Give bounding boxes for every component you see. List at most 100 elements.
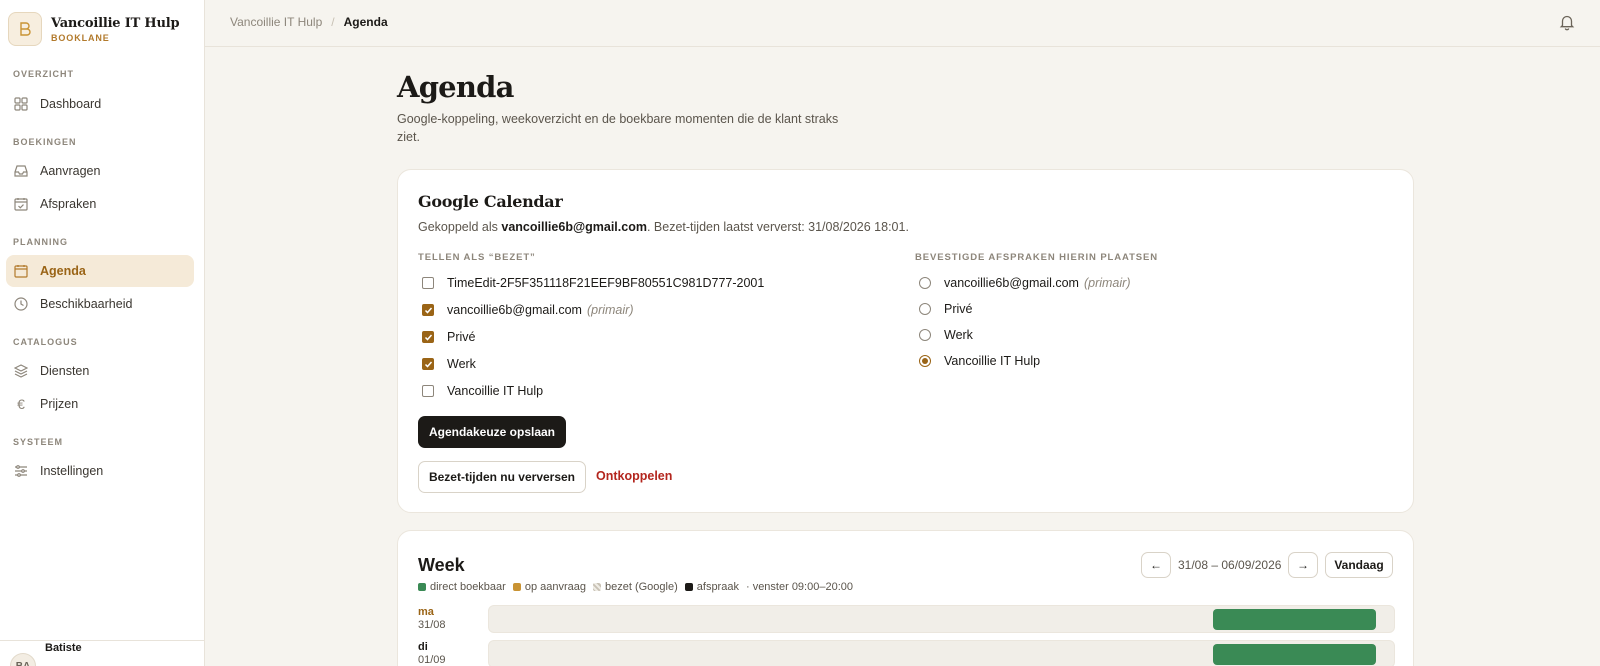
calendar-label: Werk [447,357,476,371]
breadcrumb-parent[interactable]: Vancoillie IT Hulp [230,15,322,29]
grid-icon [13,96,29,112]
busy-calendar-option[interactable]: Privé [422,330,475,344]
sidebar-item-dashboard[interactable]: Dashboard [6,88,194,120]
sidebar-item-beschikbaarheid[interactable]: Beschikbaarheid [6,288,194,320]
slot-direct[interactable] [1213,644,1376,665]
linked-suffix: . Bezet-tijden laatst ververst: 31/08/20… [646,220,909,234]
brand-name: Vancoillie IT Hulp [51,15,180,31]
nav-section-planning: PLANNING [13,237,68,247]
legend-item: afspraak [684,581,739,593]
checkbox[interactable] [422,385,434,397]
calendar-label: Vancoillie IT Hulp [447,384,544,398]
primary-note: (primair) [1083,276,1131,290]
legend-swatch [593,583,601,591]
today-button[interactable]: Vandaag [1325,552,1393,578]
next-week-button[interactable]: → [1288,552,1318,578]
legend-swatch [684,583,693,591]
busy-calendar-option[interactable]: Werk [422,357,476,371]
sidebar-item-label: Diensten [40,364,90,378]
week-range: 31/08 – 06/09/2026 [1178,558,1282,572]
sidebar-item-label: Instellingen [40,464,104,478]
target-calendar-option[interactable]: Vancoillie IT Hulp [919,354,1040,368]
brand[interactable]: Vancoillie IT Hulp BOOKLANE [8,12,180,46]
linked-email: vancoillie6b@gmail.com [501,220,647,234]
checkbox-checked[interactable] [422,304,434,316]
calendar-label: Privé [944,302,973,316]
legend-label: direct boekbaar [430,581,506,593]
inbox-icon [13,163,29,179]
sidebar-item-aanvragen[interactable]: Aanvragen [6,155,194,187]
calendar-label: Vancoillie IT Hulp [944,354,1041,368]
calendar-label: vancoillie6b@gmail.com [944,276,1079,290]
calendar-label: Privé [447,330,476,344]
legend-item: bezet (Google) [593,581,678,593]
refresh-busy-times-button[interactable]: Bezet-tijden nu verversen [418,461,586,493]
breadcrumb-current: Agenda [343,15,388,29]
calendar-label: TimeEdit-2F5F351118F21EEF9BF80551C981D77… [447,276,765,290]
sidebar-item-afspraken[interactable]: Afspraken [6,188,194,220]
day-label: ma 31/08 [418,606,446,632]
checkbox[interactable] [422,277,434,289]
calendar-icon [13,263,29,279]
sidebar-item-instellingen[interactable]: Instellingen [6,455,194,487]
primary-note: (primair) [586,303,634,317]
sidebar-item-diensten[interactable]: Diensten [6,355,194,387]
disconnect-link[interactable]: Ontkoppelen [596,469,672,483]
sidebar-item-agenda[interactable]: Agenda [6,255,194,287]
calendar-label: Werk [944,328,973,342]
legend-label: afspraak [696,581,739,593]
bell-icon[interactable] [1558,13,1576,31]
card-title: Google Calendar [418,192,563,211]
calendar-label: vancoillie6b@gmail.com [447,303,582,317]
sidebar-item-prijzen[interactable]: € Prijzen [6,388,194,420]
busy-calendar-option[interactable]: Vancoillie IT Hulp [422,384,543,398]
day-date: 31/08 [418,619,446,631]
sliders-icon [13,463,29,479]
window-hours: · venster 09:00–20:00 [745,581,853,593]
checkbox-checked[interactable] [422,331,434,343]
radio-selected[interactable] [919,355,931,367]
sidebar-item-label: Dashboard [40,97,102,111]
radio[interactable] [919,329,931,341]
brand-logo-icon [8,12,42,46]
day-name: ma [418,606,434,618]
legend-swatch [512,583,521,591]
sidebar-item-label: Aanvragen [40,164,101,178]
topbar: Vancoillie IT Hulp / Agenda [205,0,1600,47]
week-title: Week [418,555,465,575]
save-calendar-choice-button[interactable]: Agendakeuze opslaan [418,416,566,448]
nav-section-boekingen: BOEKINGEN [13,137,77,147]
page-description: Google-koppeling, weekoverzicht en de bo… [397,112,839,144]
day-date: 01/09 [418,654,446,666]
user-menu[interactable]: BA Batiste [0,640,204,666]
nav-section-overzicht: OVERZICHT [13,69,75,79]
busy-calendar-option[interactable]: vancoillie6b@gmail.com (primair) [422,303,634,317]
day-label: di 01/09 [418,641,446,666]
clock-icon [13,296,29,312]
checkbox-checked[interactable] [422,358,434,370]
legend-label: bezet (Google) [605,581,678,593]
busy-calendar-option[interactable]: TimeEdit-2F5F351118F21EEF9BF80551C981D77… [422,276,764,290]
target-calendar-option[interactable]: Werk [919,328,973,342]
sidebar-item-label: Afspraken [40,197,97,211]
calendar-check-icon [13,196,29,212]
target-calendar-option[interactable]: vancoillie6b@gmail.com (primair) [919,276,1131,290]
day-name: di [418,641,428,653]
breadcrumb: Vancoillie IT Hulp / Agenda [230,15,388,29]
week-legend: direct boekbaar op aanvraag bezet (Googl… [418,581,853,593]
nav-section-catalogus: CATALOGUS [13,337,78,347]
linked-status: Gekoppeld als vancoillie6b@gmail.com. Be… [418,220,909,234]
slot-direct[interactable] [1213,609,1376,630]
target-calendar-option[interactable]: Privé [919,302,972,316]
nav-section-systeem: SYSTEEM [13,437,64,447]
euro-icon: € [17,396,25,412]
radio[interactable] [919,303,931,315]
sidebar-item-label: Agenda [40,264,86,278]
day-track[interactable] [488,605,1395,633]
prev-week-button[interactable]: ← [1141,552,1171,578]
linked-prefix: Gekoppeld als [418,220,502,234]
day-track[interactable] [488,640,1395,666]
radio[interactable] [919,277,931,289]
user-name: Batiste [45,642,82,654]
busy-heading: TELLEN ALS “BEZET” [418,252,536,263]
